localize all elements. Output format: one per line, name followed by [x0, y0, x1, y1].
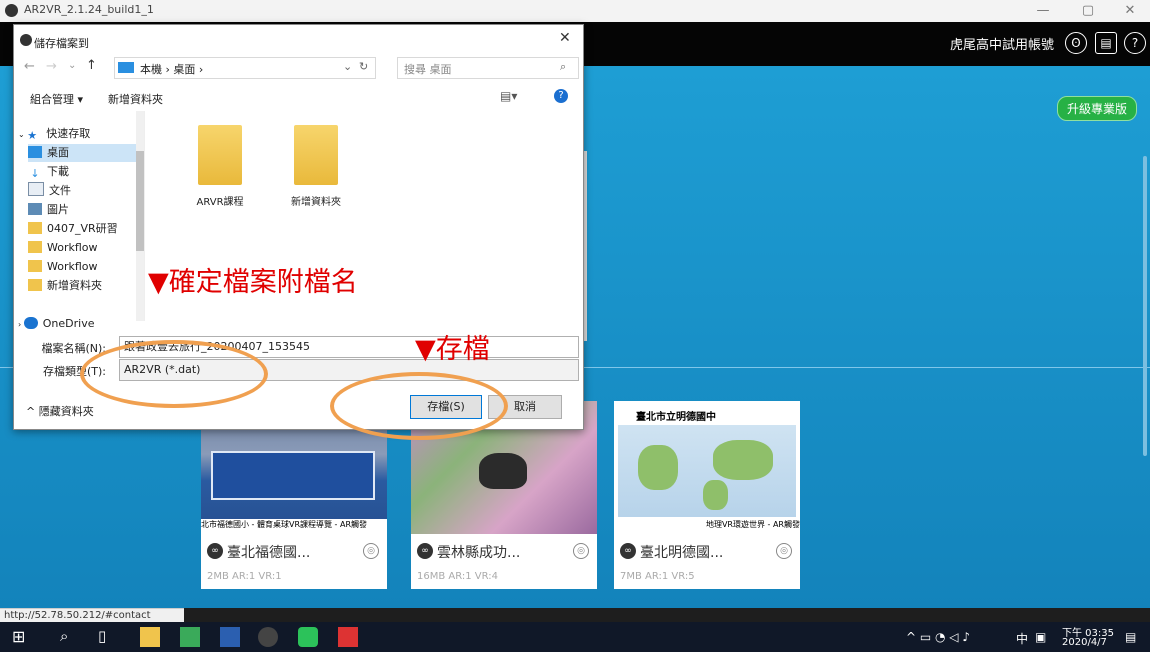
help-icon[interactable]: ? — [554, 89, 568, 103]
back-arrow-icon[interactable]: ← — [24, 59, 35, 74]
maximize-button[interactable]: ▢ — [1073, 2, 1103, 20]
vr-icon: ∞ — [620, 543, 636, 559]
new-folder-button[interactable]: 新增資料夾 — [108, 91, 163, 107]
annotation-save: ▼存檔 — [415, 334, 490, 365]
navigation-pane: ⌄ ★ 快速存取 桌面 ↓ 下載 文件 圖片 0407_VR研習 Workflow … — [14, 111, 145, 330]
organize-button[interactable]: 組合管理 ▾ — [30, 91, 83, 107]
acrobat-icon[interactable] — [338, 627, 358, 647]
ime-mode-icon[interactable]: ▣ — [1035, 630, 1046, 644]
globe-icon[interactable]: ◎ — [573, 543, 589, 559]
user-icon[interactable]: ʘ — [1065, 32, 1087, 54]
view-options-icon[interactable]: ▤▾ — [500, 89, 517, 103]
clock-date[interactable]: 2020/4/7 — [1062, 637, 1107, 648]
hide-folders-toggle[interactable]: ^ 隱藏資料夾 — [26, 403, 94, 419]
app-logo-icon — [5, 4, 18, 17]
task-view-icon[interactable]: ▯ — [98, 627, 118, 647]
line-icon[interactable] — [298, 627, 318, 647]
nav-folder[interactable]: 0407_VR研習 — [28, 220, 118, 238]
ime-indicator[interactable]: 中 — [1016, 630, 1028, 647]
nav-scrollbar[interactable] — [136, 111, 144, 321]
dialog-app-icon — [20, 34, 32, 46]
search-icon: ⌕ — [560, 60, 567, 73]
highlight-ellipse — [80, 340, 268, 408]
card-info: 2MB AR:1 VR:1 — [207, 571, 282, 582]
filename-label: 檔案名稱(N): — [41, 342, 106, 355]
nav-folder[interactable]: 新增資料夾 — [28, 277, 102, 295]
dialog-toolbar: 組合管理 ▾ 新增資料夾 ▤▾ ? — [14, 85, 583, 111]
butterfly-graphic — [479, 453, 527, 489]
search-icon[interactable]: ⌕ — [60, 627, 80, 647]
card-banner: 臺北市立明德國中 — [636, 412, 716, 423]
ar2vr-icon[interactable] — [258, 627, 278, 647]
table-tennis-table — [211, 451, 375, 500]
nav-folder[interactable]: Workflow — [28, 239, 98, 257]
word-icon[interactable] — [220, 627, 240, 647]
folder-name: 新增資料夾 — [291, 197, 341, 208]
vr-icon: ∞ — [207, 543, 223, 559]
nav-pictures[interactable]: 圖片 — [28, 201, 69, 219]
folder-icon — [294, 125, 338, 185]
taskbar: ⊞ ⌕ ▯ ^ ▭ ◔ ◁ ♪ 中 ▣ 下午 03:35 2020/4/7 ▤ — [0, 622, 1150, 652]
card-info: 16MB AR:1 VR:4 — [417, 571, 498, 582]
search-box[interactable]: 搜尋 桌面 ⌕ — [397, 57, 579, 79]
window-title: AR2VR_2.1.24_build1_1 — [24, 3, 154, 16]
folder-name: ARVR課程 — [196, 197, 244, 208]
up-arrow-icon[interactable]: ↑ — [86, 58, 97, 73]
dialog-title: 儲存檔案到 — [34, 37, 89, 50]
tray-icons[interactable]: ^ ▭ ◔ ◁ ♪ — [906, 630, 970, 644]
nav-onedrive[interactable]: › OneDrive — [18, 315, 94, 333]
file-explorer-icon[interactable] — [140, 627, 160, 647]
nav-downloads[interactable]: ↓ 下載 — [28, 163, 69, 181]
content-scrollbar[interactable] — [1143, 156, 1147, 456]
vr-icon: ∞ — [417, 543, 433, 559]
highlight-ellipse — [330, 372, 508, 440]
upgrade-button[interactable]: 升級專業版 — [1057, 96, 1138, 121]
computer-icon — [118, 62, 134, 73]
notification-icon[interactable]: ▤ — [1125, 630, 1136, 644]
chevron-up-icon: ^ — [26, 405, 39, 418]
forward-arrow-icon[interactable]: → — [46, 59, 57, 74]
dialog-close-button[interactable]: ✕ — [559, 30, 571, 46]
card-info: 7MB AR:1 VR:5 — [620, 571, 695, 582]
search-input[interactable]: 搜尋 桌面 — [404, 61, 452, 77]
address-dropdown-icon[interactable]: ⌄ — [343, 60, 352, 73]
address-bar[interactable]: 本機 › 桌面 › ⌄ ↻ — [114, 57, 376, 79]
nav-documents[interactable]: 文件 — [28, 182, 71, 200]
book-icon[interactable]: ▤ — [1095, 32, 1117, 54]
status-url: http://52.78.50.212/#contact — [0, 608, 184, 623]
nav-desktop[interactable]: 桌面 — [28, 144, 138, 162]
card-caption: 北市福德國小 - 體育桌球VR課程導覽 - AR觸發 — [201, 519, 387, 534]
refresh-icon[interactable]: ↻ — [359, 60, 368, 73]
close-window-button[interactable]: ✕ — [1115, 2, 1145, 20]
nav-quick-access[interactable]: ⌄ ★ 快速存取 — [18, 125, 90, 143]
folder-icon — [198, 125, 242, 185]
recent-dropdown-icon[interactable]: ⌄ — [68, 60, 76, 71]
project-card[interactable]: 臺北市立明德國中 地理VR環遊世界 - AR觸發 ∞ 臺北明德國... ◎ 7M… — [614, 401, 800, 589]
globe-icon[interactable]: ◎ — [776, 543, 792, 559]
start-icon[interactable]: ⊞ — [12, 627, 32, 647]
globe-icon[interactable]: ◎ — [363, 543, 379, 559]
annotation-confirm-extension: ▼確定檔案附檔名 — [148, 267, 358, 298]
card-title: 臺北福德國... — [227, 545, 311, 561]
world-map — [618, 425, 796, 517]
card-caption: 地理VR環遊世界 - AR觸發 — [614, 519, 800, 534]
breadcrumb[interactable]: 本機 › 桌面 › — [140, 61, 203, 77]
app-icon[interactable] — [180, 627, 200, 647]
card-title: 臺北明德國... — [640, 545, 724, 561]
help-icon[interactable]: ? — [1124, 32, 1146, 54]
card-thumbnail: 臺北市立明德國中 — [614, 401, 800, 534]
window-titlebar: AR2VR_2.1.24_build1_1 — ▢ ✕ — [0, 0, 1150, 22]
card-title: 雲林縣成功... — [437, 545, 521, 561]
account-name[interactable]: 虎尾高中試用帳號 — [950, 34, 1054, 53]
nav-folder[interactable]: Workflow — [28, 258, 98, 276]
minimize-button[interactable]: — — [1028, 2, 1058, 20]
